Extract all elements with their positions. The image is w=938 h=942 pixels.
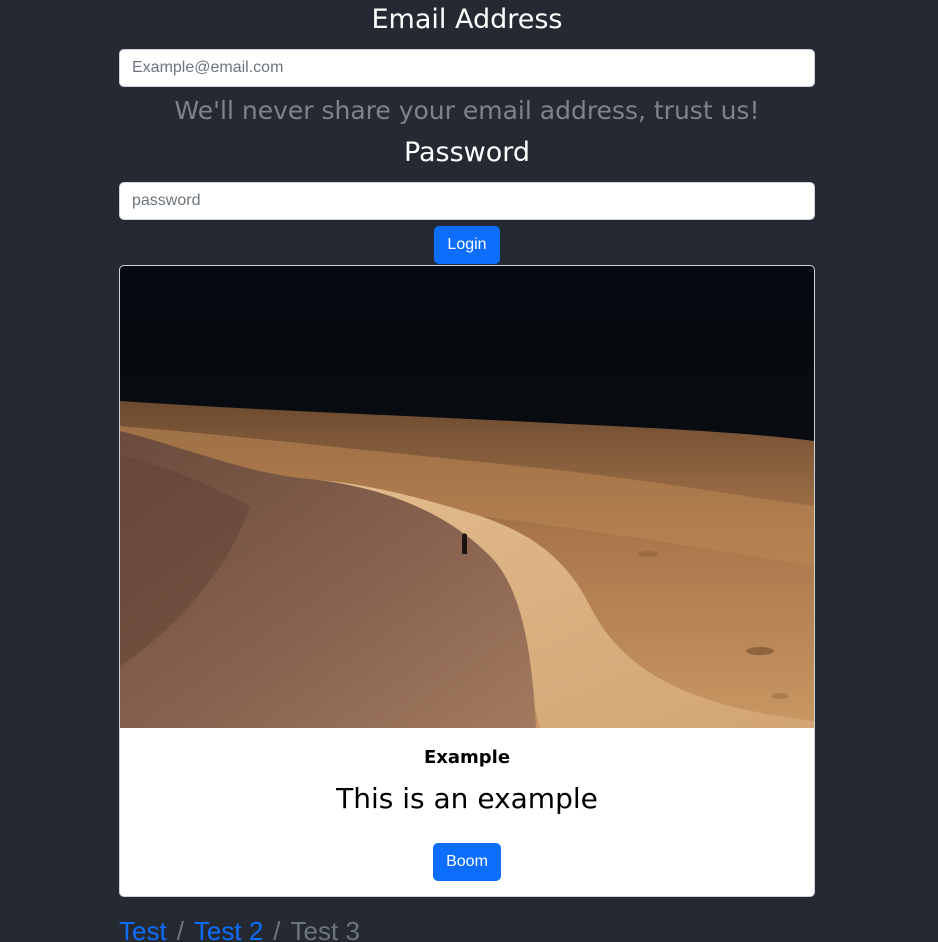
breadcrumb-separator: / — [273, 916, 281, 942]
breadcrumb-item-test[interactable]: Test — [119, 916, 167, 942]
email-label: Email Address — [371, 4, 563, 35]
desert-dune-photo — [120, 266, 814, 728]
password-field[interactable] — [119, 182, 815, 220]
card-title: Example — [423, 747, 511, 768]
login-button[interactable]: Login — [434, 226, 500, 264]
breadcrumb-item-test-2[interactable]: Test 2 — [194, 916, 263, 942]
breadcrumb-separator: / — [176, 916, 184, 942]
password-label: Password — [403, 137, 531, 168]
card-text: This is an example — [336, 782, 598, 815]
breadcrumb: Test / Test 2 / Test 3 — [119, 916, 360, 942]
example-card: Example This is an example Boom — [119, 265, 815, 897]
email-help-text: We'll never share your email address, tr… — [174, 96, 760, 125]
email-field[interactable] — [119, 49, 815, 87]
boom-button[interactable]: Boom — [433, 843, 501, 881]
breadcrumb-item-test-3: Test 3 — [290, 916, 360, 942]
